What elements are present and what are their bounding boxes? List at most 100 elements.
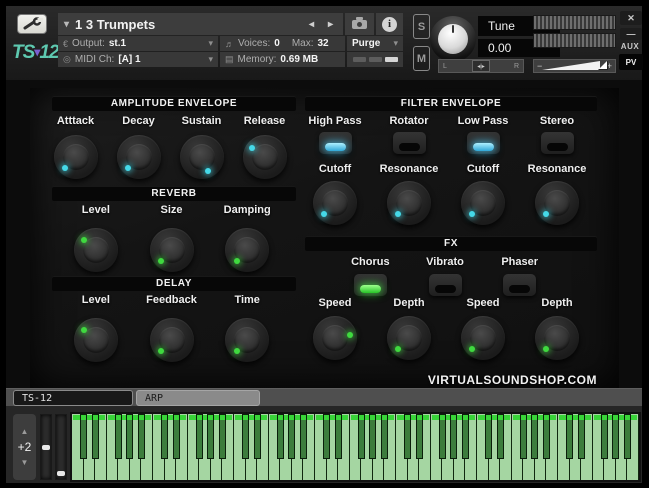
black-key[interactable] <box>601 414 608 459</box>
performance-view-button[interactable]: PV <box>619 54 643 70</box>
black-key[interactable] <box>624 414 631 459</box>
black-key[interactable] <box>138 414 145 459</box>
piano-keyboard[interactable] <box>70 412 641 482</box>
output-selector[interactable]: € Output: st.1 ▾ <box>58 36 218 51</box>
black-key[interactable] <box>531 414 538 459</box>
fx-knob-speed[interactable] <box>461 316 505 360</box>
black-key[interactable] <box>369 414 376 459</box>
tune-knob[interactable] <box>430 16 476 62</box>
octave-down-icon[interactable]: ▼ <box>21 458 29 467</box>
fx-switch-vibrato[interactable] <box>429 274 462 296</box>
filter-knob-resonance[interactable] <box>387 181 431 225</box>
black-key[interactable] <box>173 414 180 459</box>
black-key[interactable] <box>578 414 585 459</box>
aux-label[interactable]: AUX <box>617 42 643 51</box>
black-key[interactable] <box>520 414 527 459</box>
amp-knob-release[interactable] <box>243 135 287 179</box>
pitch-wheel[interactable] <box>40 414 52 480</box>
tab-arp[interactable]: ARP <box>136 390 260 406</box>
fx-switch-phaser[interactable] <box>503 274 536 296</box>
knob-indicator-dot <box>158 258 164 264</box>
reverb-knob-damping[interactable] <box>225 228 269 272</box>
black-key[interactable] <box>404 414 411 459</box>
black-key[interactable] <box>497 414 504 459</box>
black-key[interactable] <box>126 414 133 459</box>
chevron-down-icon: ▾ <box>208 54 213 65</box>
max-value[interactable]: 32 <box>317 38 328 49</box>
black-key[interactable] <box>242 414 249 459</box>
section-header-amplitude-envelope: AMPLITUDE ENVELOPE <box>52 96 296 111</box>
octave-up-icon[interactable]: ▲ <box>21 427 29 436</box>
black-key[interactable] <box>381 414 388 459</box>
knob-indicator-dot <box>234 348 240 354</box>
volume-slider[interactable]: − + <box>533 59 616 73</box>
preset-selector[interactable]: ▾ 1 3 Trumpets ◂ ▸ <box>58 13 343 35</box>
tab-ts12[interactable]: TS-12 <box>13 390 133 406</box>
minimize-instrument-button[interactable]: — <box>620 28 642 40</box>
remove-instrument-button[interactable]: ✕ <box>620 11 642 25</box>
reverb-knob-size[interactable] <box>150 228 194 272</box>
amp-knob-sustain[interactable] <box>180 135 224 179</box>
next-preset-button[interactable]: ▸ <box>324 19 337 30</box>
filter-switch-stereo[interactable] <box>541 132 574 154</box>
mod-wheel[interactable] <box>55 414 67 480</box>
instrument-info-button[interactable]: i <box>376 13 403 35</box>
pan-handle[interactable]: ◂|▸ <box>472 60 490 72</box>
midi-channel-selector[interactable]: ◎ MIDI Ch: [A] 1 ▾ <box>58 52 218 67</box>
black-key[interactable] <box>335 414 342 459</box>
amp-knob-atttack[interactable] <box>54 135 98 179</box>
black-key[interactable] <box>92 414 99 459</box>
black-key[interactable] <box>115 414 122 459</box>
fx-knob-depth[interactable] <box>387 316 431 360</box>
black-key[interactable] <box>485 414 492 459</box>
section-header-delay: DELAY <box>52 276 296 291</box>
delay-knob-level[interactable] <box>74 318 118 362</box>
black-key[interactable] <box>219 414 226 459</box>
prev-preset-button[interactable]: ◂ <box>305 19 318 30</box>
filter-switch-rotator[interactable] <box>393 132 426 154</box>
plugin-window: TS▾12 ▾ 1 3 Trumpets ◂ ▸ i € <box>0 0 649 488</box>
reverb-knob-level[interactable] <box>74 228 118 272</box>
black-key[interactable] <box>254 414 261 459</box>
black-key[interactable] <box>358 414 365 459</box>
black-key[interactable] <box>80 414 87 459</box>
fx-knob-depth[interactable] <box>535 316 579 360</box>
black-key[interactable] <box>323 414 330 459</box>
black-key[interactable] <box>543 414 550 459</box>
black-key[interactable] <box>161 414 168 459</box>
fx-knob-speed[interactable] <box>313 316 357 360</box>
filter-knob-cutoff[interactable] <box>313 181 357 225</box>
info-icon: i <box>382 17 397 32</box>
black-key[interactable] <box>207 414 214 459</box>
key-range-strip <box>625 415 630 420</box>
octave-shift-control[interactable]: ▲ +2 ▼ <box>13 414 36 480</box>
black-key[interactable] <box>450 414 457 459</box>
black-key[interactable] <box>566 414 573 459</box>
fx-switch-chorus[interactable] <box>354 274 387 296</box>
black-key[interactable] <box>439 414 446 459</box>
switch-light <box>473 143 494 151</box>
mod-wheel-handle[interactable] <box>57 471 65 476</box>
black-key[interactable] <box>277 414 284 459</box>
pan-slider[interactable]: L ◂|▸ R <box>438 59 524 73</box>
black-key[interactable] <box>416 414 423 459</box>
delay-knob-feedback[interactable] <box>150 318 194 362</box>
mute-button[interactable]: M <box>413 46 430 71</box>
purge-menu[interactable]: Purge ▾ <box>347 36 403 51</box>
black-key[interactable] <box>462 414 469 459</box>
edit-instrument-button[interactable] <box>17 14 47 34</box>
black-key[interactable] <box>612 414 619 459</box>
black-key[interactable] <box>288 414 295 459</box>
solo-button[interactable]: S <box>413 14 430 39</box>
delay-knob-time[interactable] <box>225 318 269 362</box>
filter-switch-high-pass[interactable] <box>319 132 352 154</box>
pitch-wheel-handle[interactable] <box>42 445 50 450</box>
volume-minus[interactable]: − <box>537 61 542 71</box>
amp-knob-decay[interactable] <box>117 135 161 179</box>
black-key[interactable] <box>300 414 307 459</box>
black-key[interactable] <box>196 414 203 459</box>
filter-knob-cutoff[interactable] <box>461 181 505 225</box>
filter-switch-low-pass[interactable] <box>467 132 500 154</box>
filter-knob-resonance[interactable] <box>535 181 579 225</box>
snapshot-camera-button[interactable] <box>345 13 374 35</box>
